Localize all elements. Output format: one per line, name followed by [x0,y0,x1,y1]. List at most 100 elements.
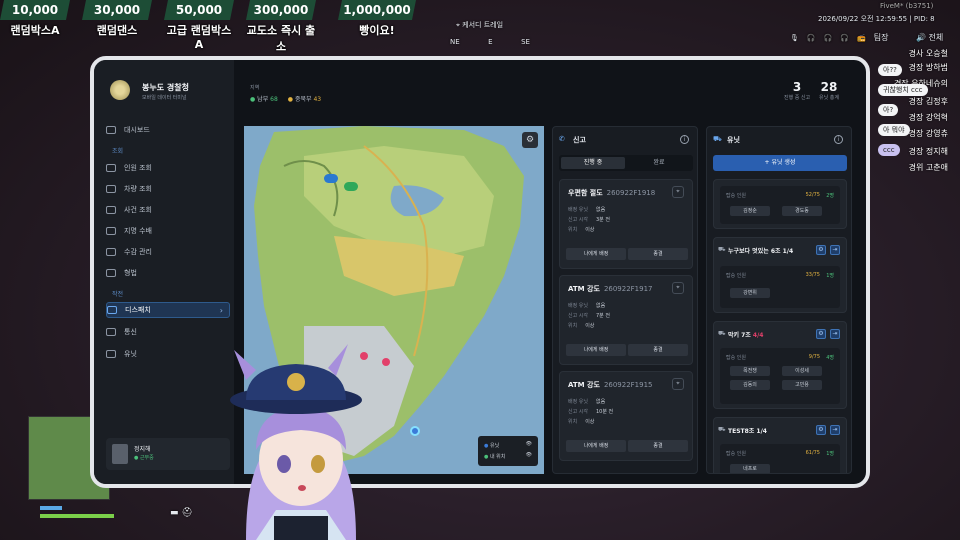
unit-card[interactable]: ⛟ TEST8조 1/4 ⚙ ⇥ 탑승 인원 61/75 1명 네프로 [713,417,847,473]
headset-icon[interactable]: 🎧 [840,34,849,42]
sidebar-item-label: 유닛 [124,350,137,358]
unit-count: 1명 [826,451,834,457]
chat-bubble: 아 뭐야 [878,124,910,136]
active-count: 3 [792,80,802,94]
lock-icon [106,248,116,256]
sidebar-item-wanted[interactable]: 지명 수배 [106,223,230,239]
sidebar-item-case-lookup[interactable]: 사건 조회 [106,202,230,218]
tier-name: 랜덤댄스 [96,24,138,37]
sidebar-item-label: 통신 [124,328,137,336]
all-channel-label: 🔊 전체 [916,33,944,42]
create-unit-button[interactable]: + 유닛 생성 [713,155,847,171]
tab-done[interactable]: 완료 [627,157,691,169]
location-pin-icon[interactable]: ⌖ [672,378,684,390]
member-chip: 김동의 [730,380,770,390]
headset-icon[interactable]: 🎧 [824,34,833,42]
unit-members: 탑승 인원 52/75 2명 김정순 경도동 [720,186,840,224]
compass: NE E SE [450,38,530,46]
unit-name: TEST8조 1/4 [728,428,767,435]
tab-active[interactable]: 진행 중 [561,157,625,169]
sidebar-item-prison[interactable]: 수감 관리 [106,244,230,260]
sidebar-item-units[interactable]: 유닛 [106,346,230,362]
donation-tier-4: 300,000 교도소 즉시 출소 [246,0,316,53]
chat-icon [106,328,116,336]
chat-line: 경장 강영츄 [908,129,948,138]
chat-bubble: 아?? [878,64,902,76]
location-pin-icon[interactable]: ⌖ [672,186,684,198]
microphone-icon[interactable]: 🎙 [790,34,799,42]
report-time: 신고 시각 3분 전 [568,217,610,223]
legend-unit: ● 유닛 [484,443,500,449]
my-location-marker [410,426,420,436]
eye-icon[interactable]: 👁 [526,441,532,447]
exit-icon[interactable]: ⇥ [830,329,840,339]
info-icon[interactable]: i [834,135,843,144]
eye-icon[interactable]: 👁 [526,452,532,458]
sidebar-item-person-lookup[interactable]: 인원 조회 [106,160,230,176]
sidebar-item-penal-code[interactable]: 형법 [106,265,230,281]
sidebar-item-dispatch[interactable]: 디스패치 › [106,302,230,318]
assign-to-me-button[interactable]: 나에게 배정 [566,344,626,356]
report-card[interactable]: 우편함 절도 260922F1918 ⌖ 배정 유닛 없음 신고 시각 3분 전 위치… [559,179,693,269]
sidebar-item-vehicle-lookup[interactable]: 차량 조회 [106,181,230,197]
gear-icon[interactable]: ⚙ [816,425,826,435]
headset-icon[interactable]: 🎧 [807,34,816,42]
unit-marker[interactable] [344,182,358,191]
member-chip: 경도동 [782,206,822,216]
report-title: ATM 강도 260922F1915 [568,381,653,389]
person-icon [106,164,116,172]
unit-card[interactable]: ⛟ 누구보다 멋있는 6조 1/4 ⚙ ⇥ 탑승 인원 33/75 1명 강변위 [713,237,847,313]
report-time: 신고 시각 7분 전 [568,313,610,319]
report-location: 위치 이상 [568,227,595,233]
gear-icon[interactable]: ⚙ [816,329,826,339]
scale-icon [106,269,116,277]
sidebar-item-dashboard[interactable]: 대시보드 [106,122,230,138]
map-settings-button[interactable]: ⚙ [522,132,538,148]
unit-fuel: 61/75 [805,450,820,456]
location-readout: ⌖ 케서디 트레일 [456,21,504,29]
close-report-button[interactable]: 종결 [628,344,688,356]
sidebar-item-label: 대시보드 [124,126,150,134]
member-chip: 네프로 [730,464,770,473]
location-pin-icon[interactable]: ⌖ [672,282,684,294]
unit-name: 막키 7조 4/4 [728,332,764,339]
folder-icon [106,206,116,214]
report-assigned: 배정 유닛 없음 [568,399,606,405]
report-card[interactable]: ATM 강도 260922F1915 ⌖ 배정 유닛 없음 신고 시각 10분 전 위… [559,371,693,461]
sidebar-item-label: 수감 관리 [124,248,152,256]
chat-bubble: 아? [878,104,899,116]
target-icon [106,227,116,235]
gear-icon[interactable]: ⚙ [816,245,826,255]
report-card[interactable]: ATM 강도 260922F1917 ⌖ 배정 유닛 없음 신고 시각 7분 전 위치… [559,275,693,365]
reports-title: 신고 [573,136,586,144]
unit-card[interactable]: ⛟ 막키 7조 4/4 ⚙ ⇥ 탑승 인원 9/75 4명 목전쟁 이성세 김동… [713,321,847,409]
unit-fuel: 33/75 [805,272,820,278]
exit-icon[interactable]: ⇥ [830,425,840,435]
members-label: 탑승 인원 [726,273,746,279]
brand [110,80,130,100]
user-card[interactable]: 정지해 ● 근무중 [106,438,230,470]
unit-card[interactable]: 탑승 인원 52/75 2명 김정순 경도동 [713,179,847,229]
tier-amount: 300,000 [246,0,316,20]
member-chip: 김정순 [730,206,770,216]
car-icon: ⛟ [718,246,726,253]
info-icon[interactable]: i [680,135,689,144]
close-report-button[interactable]: 종결 [628,440,688,452]
sidebar-item-comms[interactable]: 통신 [106,324,230,340]
compass-se: SE [521,38,530,46]
exit-icon[interactable]: ⇥ [830,245,840,255]
unit-marker[interactable] [324,174,338,183]
units-title: 유닛 [727,136,740,144]
speaker-icon: 🔊 [916,33,929,42]
close-report-button[interactable]: 종결 [628,248,688,260]
report-location: 위치 이상 [568,323,595,329]
sidebar-item-label: 지명 수배 [124,227,152,235]
assign-to-me-button[interactable]: 나에게 배정 [566,248,626,260]
grid-icon [106,126,116,134]
assign-to-me-button[interactable]: 나에게 배정 [566,440,626,452]
donation-tier-1: 10,000 랜덤박스A [0,0,70,40]
hud-status-icons: ▬ ⛑ [170,508,193,518]
report-title: 우편함 절도 260922F1918 [568,189,656,197]
brand-subtitle: 모바일 데이터 터미널 [142,95,187,101]
compass-e: E [488,38,493,46]
